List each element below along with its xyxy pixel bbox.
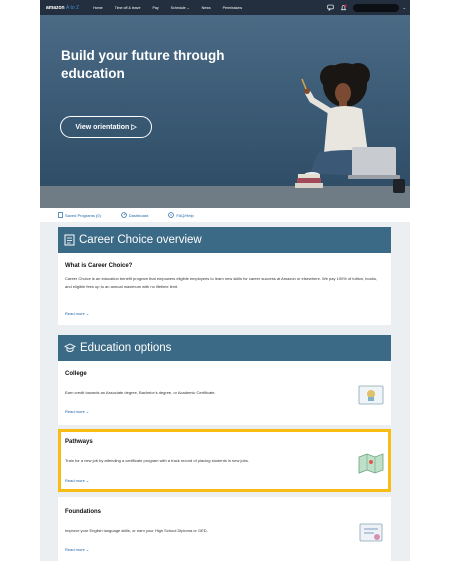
secondary-navigation: Saved Programs (0) Dashboard FAQ/Help (40, 208, 410, 222)
overview-section-header: Career Choice overview (58, 227, 391, 253)
career-choice-page: amazon A to Z Home Time off & leave Pay … (40, 0, 410, 561)
saved-programs-label: Saved Programs (0) (65, 212, 101, 218)
hero-title: Build your future through education (61, 48, 225, 81)
student-illustration (295, 63, 405, 193)
faq-help-link[interactable]: FAQ/Help (168, 212, 194, 218)
saved-programs-link[interactable]: Saved Programs (0) (58, 212, 101, 218)
graduation-icon (64, 342, 76, 354)
education-section-title: Education options (80, 342, 172, 354)
nav-link-pay[interactable]: Pay (152, 6, 158, 10)
pathways-highlight-frame (58, 429, 391, 492)
overview-section-title: Career Choice overview (79, 234, 202, 246)
overview-read-more-link[interactable]: Read more ⌄ (65, 311, 89, 316)
certificate-icon (359, 523, 383, 542)
logo-text: amazon (46, 4, 65, 11)
logo-suffix: A to Z (66, 4, 80, 11)
education-section-header: Education options (58, 335, 391, 361)
nav-link-news[interactable]: News (202, 6, 211, 10)
overview-card-title: What is Career Choice? (65, 263, 133, 269)
notification-bell-icon[interactable] (340, 4, 347, 11)
bookmark-icon (58, 212, 63, 218)
nav-right-controls: ⌄ (326, 0, 406, 15)
dashboard-label: Dashboard (128, 212, 149, 218)
diploma-icon (358, 385, 384, 405)
nav-link-permissions[interactable]: Permissions (223, 6, 243, 10)
faq-help-label: FAQ/Help (176, 212, 194, 218)
avatar[interactable] (352, 3, 399, 12)
foundations-read-more-link[interactable]: Read more ⌄ (65, 547, 89, 552)
education-option-foundations: Foundations Improve your English languag… (58, 497, 391, 561)
top-navigation-bar: amazon A to Z Home Time off & leave Pay … (40, 0, 410, 15)
nav-links: Home Time off & leave Pay Schedule ⌄ New… (93, 6, 254, 10)
hero-banner: Build your future through education View… (40, 15, 410, 208)
help-icon (168, 212, 175, 218)
foundations-text: Improve your English language skills, or… (65, 528, 208, 533)
amazon-a-to-z-logo[interactable]: amazon A to Z (46, 5, 79, 11)
education-option-college: College Earn credit towards an Associate… (58, 361, 391, 425)
nav-link-time-off[interactable]: Time off & leave (115, 6, 141, 10)
profile-dropdown-caret[interactable]: ⌄ (403, 5, 406, 10)
overview-card-text: Career Choice is an education benefit pr… (65, 276, 378, 289)
dashboard-link[interactable]: Dashboard (121, 212, 149, 218)
overview-card: What is Career Choice? Career Choice is … (58, 253, 391, 325)
dashboard-icon (121, 212, 127, 218)
document-icon (64, 234, 75, 246)
chat-icon[interactable] (326, 4, 334, 11)
view-orientation-button[interactable]: View orientation ▷ (60, 116, 152, 138)
college-read-more-link[interactable]: Read more ⌄ (65, 409, 89, 414)
foundations-title: Foundations (65, 509, 101, 515)
nav-link-schedule[interactable]: Schedule ⌄ (171, 6, 190, 10)
college-text: Earn credit towards an Associate degree,… (65, 390, 216, 395)
nav-link-home[interactable]: Home (93, 6, 103, 10)
college-title: College (65, 371, 87, 377)
